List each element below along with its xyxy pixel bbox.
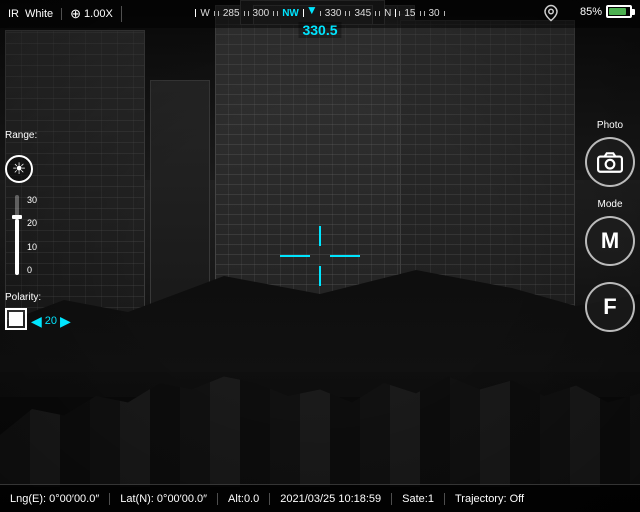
tick-20: 20 <box>27 218 37 228</box>
polarity-label: Polarity: <box>5 292 41 303</box>
polarity-indicator <box>9 312 23 326</box>
mode-label: Mode <box>597 199 622 210</box>
photo-button[interactable] <box>585 137 635 187</box>
battery-icon <box>606 5 632 18</box>
range-slider-container: 30 20 10 0 <box>5 195 71 275</box>
compass-tick <box>375 11 376 16</box>
slider-ticks: 30 20 10 0 <box>27 195 37 275</box>
camera-icon <box>597 151 623 173</box>
compass-tick <box>399 11 400 16</box>
compass-tick <box>248 11 249 16</box>
bottom-status-bar: Lng(E): 0°00′00.0″ Lat(N): 0°00′00.0″ Al… <box>0 484 640 512</box>
compass-tick <box>345 11 346 16</box>
arrow-value: 20 <box>45 315 57 327</box>
compass-label-w: W <box>200 8 209 19</box>
tick-10: 10 <box>27 242 37 252</box>
tick-0: 0 <box>27 265 37 275</box>
lat-text: Lat(N): 0°00′00.0″ <box>120 493 207 505</box>
range-label: Range: <box>5 130 37 141</box>
compass-tick <box>273 11 274 16</box>
zoom-display: ⊕ 1.00X <box>62 6 122 22</box>
compass-tick <box>303 9 304 17</box>
compass-tick <box>420 11 421 16</box>
compass-tick <box>444 11 445 16</box>
polarity-control: Polarity: ◀ 20 ▶ <box>5 287 71 330</box>
gps-signal-icon <box>542 4 560 25</box>
trajectory-display: Trajectory: Off <box>445 493 534 505</box>
heading-value: 330.5 <box>298 22 341 38</box>
compass-label-285: 285 <box>223 8 240 19</box>
brightness-icon[interactable]: ☀ <box>5 155 33 183</box>
compass-label-nw: NW <box>282 8 299 19</box>
range-slider-thumb[interactable] <box>12 215 22 219</box>
compass-tick <box>320 11 321 16</box>
compass-label-330: 330 <box>325 8 342 19</box>
compass-tick <box>195 9 196 17</box>
photo-label: Photo <box>597 120 623 131</box>
datetime-display: 2021/03/25 10:18:59 <box>270 493 392 505</box>
compass-heading-arrow: ▼ <box>306 3 318 17</box>
arrow-right[interactable]: ▶ <box>60 313 71 330</box>
left-controls: Range: ☀ 30 20 10 0 Polarity: ◀ 20 ▶ <box>5 130 71 330</box>
mode-color: White <box>25 8 53 20</box>
latitude-display: Lat(N): 0°00′00.0″ <box>110 493 218 505</box>
polarity-box[interactable] <box>5 308 27 330</box>
compass-tick <box>277 11 278 16</box>
datetime-text: 2021/03/25 10:18:59 <box>280 493 381 505</box>
alt-text: Alt:0.0 <box>228 493 259 505</box>
satellite-display: Sate:1 <box>392 493 445 505</box>
arrow-left[interactable]: ◀ <box>31 313 42 330</box>
focus-btn-text: F <box>603 294 616 320</box>
longitude-display: Lng(E): 0°00′00.0″ <box>0 493 110 505</box>
ir-label: IR <box>8 8 19 20</box>
zoom-icon: ⊕ <box>70 6 81 22</box>
trajectory-text: Trajectory: Off <box>455 493 524 505</box>
compass-tick <box>379 11 380 16</box>
battery-fill <box>609 8 626 15</box>
compass-bar: W 285 300 NW ▼ 330 345 N 15 30 <box>130 2 510 24</box>
compass-tick <box>349 11 350 16</box>
battery-indicator: 85% <box>580 5 632 18</box>
lng-text: Lng(E): 0°00′00.0″ <box>10 493 99 505</box>
range-label-row: Range: <box>5 130 71 143</box>
compass-label-30: 30 <box>429 8 440 19</box>
sate-text: Sate:1 <box>402 493 434 505</box>
compass-label-n: N <box>384 8 391 19</box>
compass-label-15: 15 <box>404 8 415 19</box>
zoom-value: 1.00X <box>84 8 113 20</box>
compass-tick <box>395 9 396 17</box>
compass-label-300: 300 <box>253 8 270 19</box>
altitude-display: Alt:0.0 <box>218 493 270 505</box>
battery-percent: 85% <box>580 6 602 18</box>
range-slider-fill <box>15 219 19 275</box>
compass-tick <box>218 11 219 16</box>
compass-tick <box>214 11 215 16</box>
mode-button[interactable]: M <box>585 216 635 266</box>
focus-button[interactable]: F <box>585 282 635 332</box>
crosshair-vertical <box>319 226 321 286</box>
range-slider-track[interactable] <box>15 195 19 275</box>
mode-btn-text: M <box>601 228 619 254</box>
ir-mode-display: IR White <box>0 8 62 20</box>
arrows-container: ◀ 20 ▶ <box>31 313 71 330</box>
compass-tick <box>244 11 245 16</box>
heading-display: 330.5 <box>298 22 341 38</box>
right-controls: Photo Mode M F <box>585 120 635 338</box>
tick-30: 30 <box>27 195 37 205</box>
compass-tick <box>424 11 425 16</box>
compass-label-345: 345 <box>354 8 371 19</box>
